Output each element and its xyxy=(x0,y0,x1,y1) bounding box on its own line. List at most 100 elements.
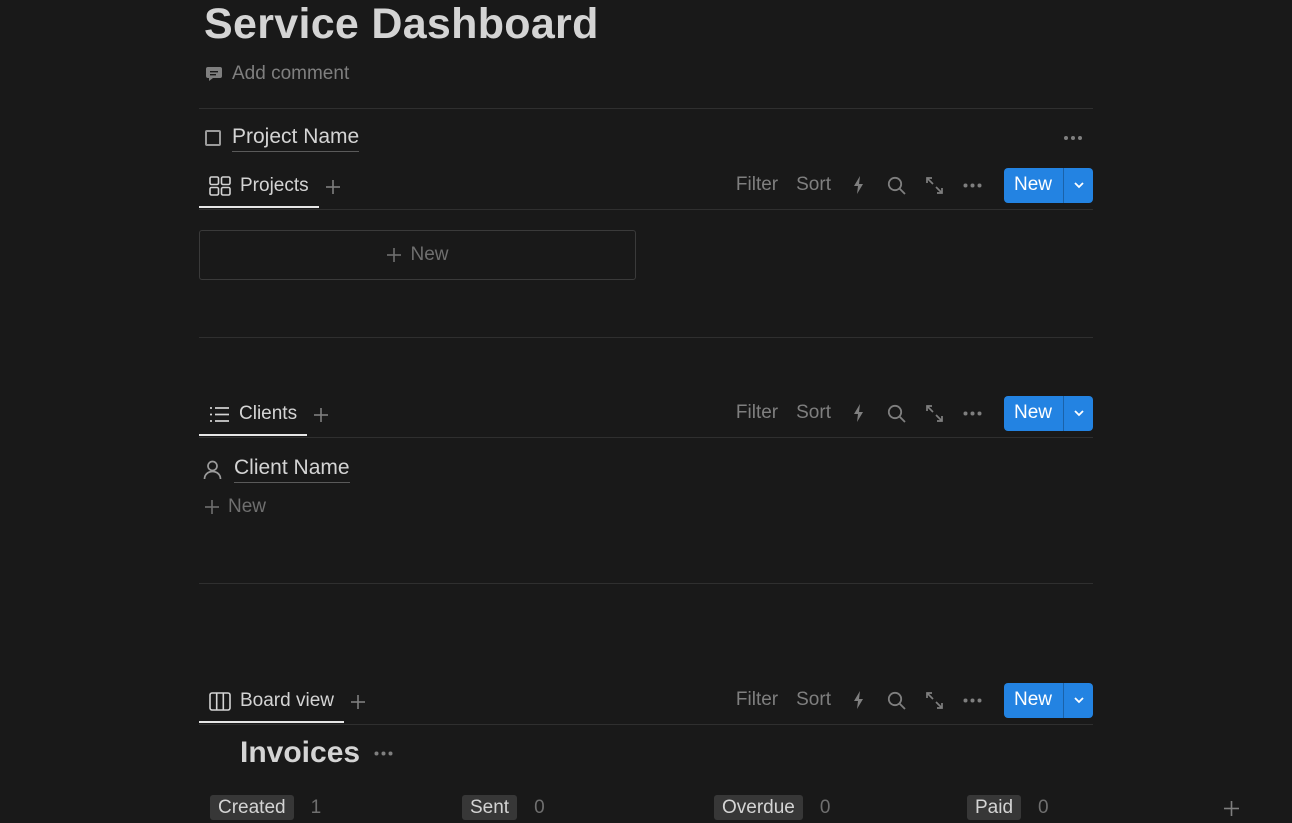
expand-button[interactable] xyxy=(916,395,954,431)
search-button[interactable] xyxy=(878,682,916,718)
projects-toolbar: Filter Sort New xyxy=(727,167,1093,203)
new-dropdown-button[interactable] xyxy=(1063,682,1093,718)
board-group-header: Invoices xyxy=(240,736,393,770)
board-toolbar: Filter Sort New xyxy=(727,682,1093,718)
sort-button[interactable]: Sort xyxy=(787,402,840,424)
more-dots-icon xyxy=(963,698,982,702)
new-dropdown-button[interactable] xyxy=(1063,395,1093,431)
section-divider xyxy=(199,337,1093,338)
list-item[interactable]: Client Name xyxy=(203,456,350,483)
status-badge: Created xyxy=(210,795,294,820)
add-comment-button[interactable]: Add comment xyxy=(205,62,349,86)
more-dots-icon xyxy=(963,411,982,415)
checkbox-icon[interactable] xyxy=(205,130,221,146)
new-button[interactable]: New xyxy=(1003,167,1093,203)
search-icon xyxy=(888,176,907,195)
more-dots-icon xyxy=(374,751,393,755)
expand-icon xyxy=(926,176,944,194)
project-name-property[interactable]: Project Name xyxy=(205,124,360,152)
automation-button[interactable] xyxy=(840,682,878,718)
new-button-label[interactable]: New xyxy=(1004,168,1063,203)
comment-icon xyxy=(206,67,222,81)
expand-icon xyxy=(926,691,944,709)
board-column-header[interactable]: Paid 0 xyxy=(967,795,1049,820)
more-dots-icon xyxy=(1064,136,1082,140)
filter-button[interactable]: Filter xyxy=(727,174,787,196)
clients-tab-bar: Clients xyxy=(199,394,329,436)
column-count: 0 xyxy=(534,796,545,818)
client-name-title: Client Name xyxy=(234,456,350,483)
new-dropdown-button[interactable] xyxy=(1063,167,1093,203)
lightning-icon xyxy=(853,691,863,709)
tab-bar-divider xyxy=(199,437,1093,438)
plus-icon xyxy=(314,408,329,422)
more-dots-icon xyxy=(963,183,982,187)
filter-button[interactable]: Filter xyxy=(727,402,787,424)
new-button[interactable]: New xyxy=(1003,682,1093,718)
more-options-button[interactable] xyxy=(954,682,992,718)
tab-projects[interactable]: Projects xyxy=(199,166,319,208)
tab-board-view-label: Board view xyxy=(240,690,334,711)
more-options-button[interactable] xyxy=(954,167,992,203)
divider xyxy=(199,108,1093,109)
board-column-header[interactable]: Created 1 xyxy=(210,795,321,820)
status-badge: Overdue xyxy=(714,795,803,820)
expand-button[interactable] xyxy=(916,682,954,718)
sort-button[interactable]: Sort xyxy=(787,689,840,711)
person-icon xyxy=(203,460,222,479)
projects-tab-bar: Projects xyxy=(199,166,341,208)
list-new-row-button[interactable]: New xyxy=(204,496,266,518)
plus-icon xyxy=(205,500,219,514)
gallery-new-label: New xyxy=(410,244,449,265)
search-icon xyxy=(888,691,907,710)
new-button-label[interactable]: New xyxy=(1004,396,1063,431)
chevron-down-icon xyxy=(1073,697,1084,704)
project-name-label: Project Name xyxy=(232,125,360,152)
new-button[interactable]: New xyxy=(1003,395,1093,431)
automation-button[interactable] xyxy=(840,395,878,431)
search-icon xyxy=(888,404,907,423)
tab-clients[interactable]: Clients xyxy=(199,394,308,436)
list-new-label: New xyxy=(228,496,267,517)
add-comment-label: Add comment xyxy=(232,63,350,84)
status-badge: Sent xyxy=(462,795,518,820)
add-view-button[interactable] xyxy=(350,694,366,710)
invoices-more-button[interactable] xyxy=(374,751,393,756)
chevron-down-icon xyxy=(1073,410,1084,417)
plus-icon xyxy=(387,248,402,262)
gallery-new-card-button[interactable]: New xyxy=(199,230,636,280)
search-button[interactable] xyxy=(878,395,916,431)
filter-button[interactable]: Filter xyxy=(727,689,787,711)
expand-button[interactable] xyxy=(916,167,954,203)
tab-bar-divider xyxy=(199,724,1093,725)
tab-board-view[interactable]: Board view xyxy=(199,681,344,723)
board-column-header[interactable]: Sent 0 xyxy=(462,795,545,820)
board-icon xyxy=(209,691,231,711)
board-tab-bar: Board view xyxy=(199,681,366,723)
plus-icon xyxy=(351,695,365,709)
add-group-button[interactable] xyxy=(1223,800,1240,817)
chevron-down-icon xyxy=(1073,182,1084,189)
section-divider xyxy=(199,583,1093,584)
plus-icon xyxy=(325,180,340,194)
page-title: Service Dashboard xyxy=(204,0,599,48)
invoices-title: Invoices xyxy=(240,736,361,769)
sort-button[interactable]: Sort xyxy=(787,174,840,196)
automation-button[interactable] xyxy=(840,167,878,203)
gallery-icon xyxy=(209,176,231,196)
search-button[interactable] xyxy=(878,167,916,203)
column-count: 0 xyxy=(819,796,831,818)
more-options-button[interactable] xyxy=(954,395,992,431)
column-count: 0 xyxy=(1038,796,1049,818)
column-count: 1 xyxy=(310,796,322,818)
clients-toolbar: Filter Sort New xyxy=(727,395,1093,431)
add-view-button[interactable] xyxy=(325,179,341,195)
lightning-icon xyxy=(853,176,863,194)
status-badge: Paid xyxy=(967,795,1022,820)
project-more-button[interactable] xyxy=(1058,128,1088,148)
expand-icon xyxy=(926,404,944,422)
add-view-button[interactable] xyxy=(313,407,329,423)
new-button-label[interactable]: New xyxy=(1004,683,1063,718)
plus-icon xyxy=(1224,801,1239,816)
board-column-header[interactable]: Overdue 0 xyxy=(714,795,830,820)
